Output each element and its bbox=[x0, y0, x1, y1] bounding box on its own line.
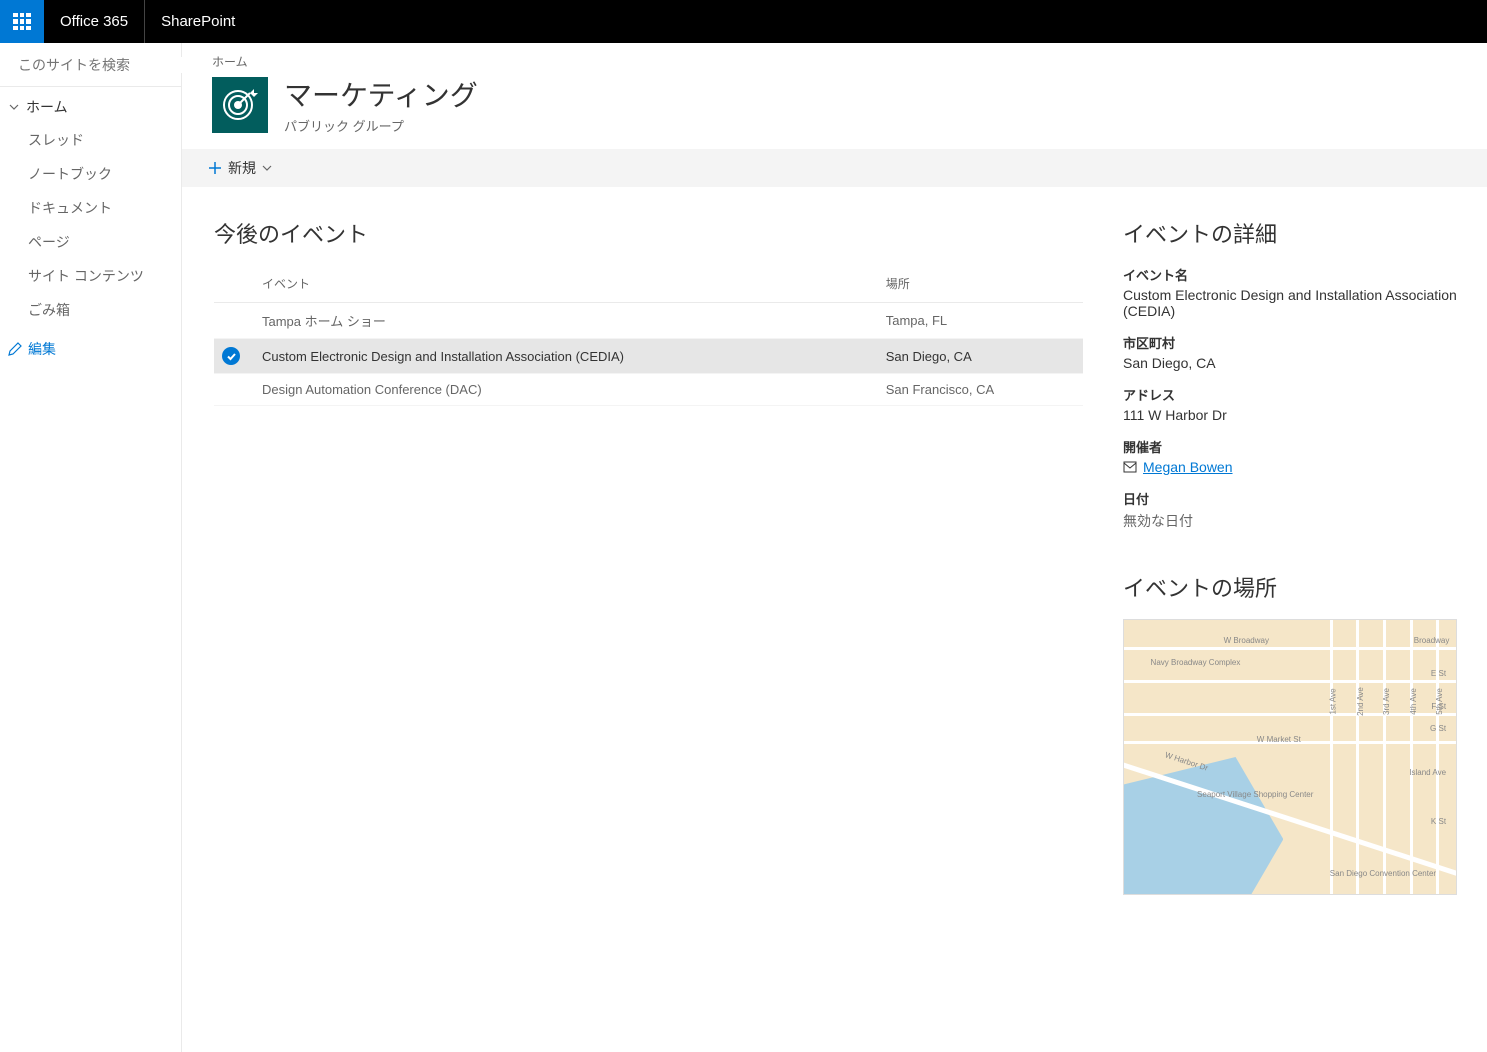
left-nav: ホーム スレッド ノートブック ドキュメント ページ サイト コンテンツ ごみ箱… bbox=[0, 43, 182, 1052]
event-name-cell: Tampa ホーム ショー bbox=[254, 303, 878, 339]
map-heading: イベントの場所 bbox=[1123, 571, 1457, 603]
map-label: K St bbox=[1431, 817, 1446, 826]
brand-label[interactable]: Office 365 bbox=[44, 0, 145, 43]
edit-icon bbox=[8, 342, 22, 356]
detail-city-label: 市区町村 bbox=[1123, 333, 1457, 352]
site-logo[interactable] bbox=[212, 77, 268, 133]
target-icon bbox=[220, 85, 260, 125]
chevron-down-icon bbox=[262, 163, 272, 173]
nav-item-threads[interactable]: スレッド bbox=[0, 123, 181, 157]
edit-nav-label: 編集 bbox=[28, 339, 56, 359]
detail-org-label: 開催者 bbox=[1123, 437, 1457, 456]
map-label: 3rd Ave bbox=[1382, 688, 1391, 715]
map-label: San Diego Convention Center bbox=[1330, 869, 1436, 878]
event-loc-cell: San Diego, CA bbox=[878, 339, 1083, 374]
search-box[interactable] bbox=[0, 43, 181, 87]
map-label: E St bbox=[1431, 669, 1446, 678]
col-location[interactable]: 場所 bbox=[878, 265, 1083, 303]
nav-item-recycle-bin[interactable]: ごみ箱 bbox=[0, 293, 181, 327]
edit-nav-link[interactable]: 編集 bbox=[0, 331, 181, 367]
map-label: 5th Ave bbox=[1435, 688, 1444, 715]
detail-date-label: 日付 bbox=[1123, 489, 1457, 508]
mail-icon bbox=[1123, 461, 1137, 473]
map-label: Navy Broadway Complex bbox=[1151, 658, 1241, 667]
events-heading: 今後のイベント bbox=[214, 217, 1083, 249]
col-select bbox=[214, 265, 254, 303]
detail-city-value: San Diego, CA bbox=[1123, 355, 1457, 371]
page-title: マーケティング bbox=[284, 74, 478, 114]
map-label: W Broadway bbox=[1224, 636, 1269, 645]
map-label: Seaport Village Shopping Center bbox=[1197, 790, 1313, 799]
detail-addr-value: 111 W Harbor Dr bbox=[1123, 407, 1457, 423]
detail-heading: イベントの詳細 bbox=[1123, 217, 1457, 249]
detail-addr-label: アドレス bbox=[1123, 385, 1457, 404]
nav-home-header[interactable]: ホーム bbox=[0, 87, 181, 123]
detail-name-label: イベント名 bbox=[1123, 265, 1457, 284]
nav-item-notebook[interactable]: ノートブック bbox=[0, 157, 181, 191]
site-subtitle: パブリック グループ bbox=[284, 116, 478, 135]
waffle-icon bbox=[13, 13, 31, 31]
map-label: 4th Ave bbox=[1408, 688, 1417, 715]
map-label: Island Ave bbox=[1409, 768, 1446, 777]
product-label[interactable]: SharePoint bbox=[145, 13, 251, 30]
app-launcher-button[interactable] bbox=[0, 0, 44, 43]
map-label: W Market St bbox=[1257, 735, 1301, 744]
nav-header-label: ホーム bbox=[26, 97, 68, 117]
detail-name-value: Custom Electronic Design and Installatio… bbox=[1123, 287, 1457, 319]
organizer-link[interactable]: Megan Bowen bbox=[1143, 459, 1233, 475]
search-input[interactable] bbox=[18, 57, 199, 73]
site-header: マーケティング パブリック グループ bbox=[182, 74, 1487, 149]
event-loc-cell: Tampa, FL bbox=[878, 303, 1083, 339]
event-name-cell: Design Automation Conference (DAC) bbox=[254, 374, 878, 406]
table-row[interactable]: Design Automation Conference (DAC) San F… bbox=[214, 374, 1083, 406]
event-loc-cell: San Francisco, CA bbox=[878, 374, 1083, 406]
nav-item-pages[interactable]: ページ bbox=[0, 225, 181, 259]
new-button-label: 新規 bbox=[228, 158, 256, 178]
chevron-down-icon bbox=[8, 101, 20, 113]
map-label: 2nd Ave bbox=[1356, 687, 1365, 716]
event-name-cell: Custom Electronic Design and Installatio… bbox=[254, 339, 878, 374]
events-table: イベント 場所 Tampa ホーム ショー Tampa, FL Custom E bbox=[214, 265, 1083, 406]
col-event[interactable]: イベント bbox=[254, 265, 878, 303]
command-bar: 新規 bbox=[182, 149, 1487, 187]
map-label: G St bbox=[1430, 724, 1446, 733]
breadcrumb[interactable]: ホーム bbox=[182, 43, 1487, 74]
suite-bar: Office 365 SharePoint bbox=[0, 0, 1487, 43]
plus-icon bbox=[208, 161, 222, 175]
new-button[interactable]: 新規 bbox=[200, 152, 286, 184]
map-label: 1st Ave bbox=[1328, 688, 1337, 714]
table-row[interactable]: Custom Electronic Design and Installatio… bbox=[214, 339, 1083, 374]
detail-date-value: 無効な日付 bbox=[1123, 511, 1457, 531]
map-label: Broadway bbox=[1414, 636, 1450, 645]
row-check-icon[interactable] bbox=[222, 347, 240, 365]
nav-item-documents[interactable]: ドキュメント bbox=[0, 191, 181, 225]
nav-item-site-contents[interactable]: サイト コンテンツ bbox=[0, 259, 181, 293]
event-map[interactable]: W Broadway Broadway E St F St G St W Mar… bbox=[1123, 619, 1457, 895]
table-row[interactable]: Tampa ホーム ショー Tampa, FL bbox=[214, 303, 1083, 339]
